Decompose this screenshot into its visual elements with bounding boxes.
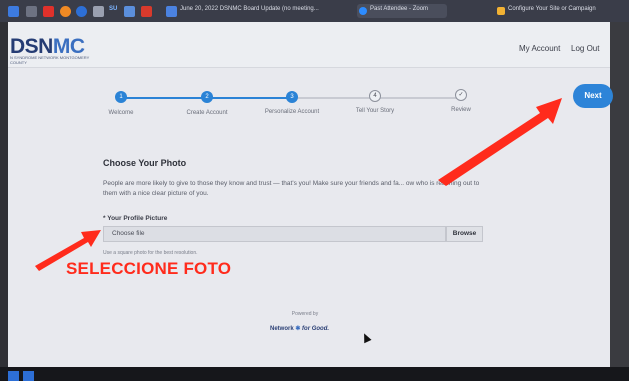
app-icon[interactable] [93,6,104,17]
browser-bookmark-bar: SU June 20, 2022 DSNMC Board Update (no … [0,0,629,22]
site-header: DSNMC N SYNDROME NETWORK MONTGOMERY COUN… [8,22,610,68]
screen-bezel-right [610,22,629,367]
step-3-circle[interactable]: 3 [286,91,298,103]
step-1-circle[interactable]: 1 [115,91,127,103]
site-icon [497,7,505,15]
step-label-welcome: Welcome [108,110,134,116]
taskbar-icon [8,371,19,381]
app-icon[interactable] [8,6,19,17]
annotation-label: SELECCIONE FOTO [66,259,232,278]
person-icon: ✱ [295,326,301,332]
screen-bezel-left [0,22,8,367]
screen-bezel-bottom [0,367,629,381]
step-label-review: Review [451,107,471,113]
step-4-circle[interactable]: 4 [369,90,381,102]
network-for-good-logo[interactable]: Network ✱ for Good. [270,325,329,332]
photo-hint: Use a square photo for the best resoluti… [103,250,198,256]
nfg-network: Network [270,326,294,332]
zoom-icon [359,7,367,15]
step-label-tell-your-story: Tell Your Story [355,108,395,114]
taskbar-icon [23,371,34,381]
page-description: People are more likely to give to those … [103,180,480,197]
step-2-circle[interactable]: 2 [201,91,213,103]
tab-zoom-label: Past Attendee - Zoom [370,6,429,12]
log-out-link[interactable]: Log Out [571,44,599,53]
step-review-check-icon[interactable]: ✓ [455,89,467,101]
tab-configure[interactable]: Configure Your Site or Campaign [508,6,596,12]
step-label-create-account: Create Account [186,110,228,116]
app-icon[interactable] [43,6,54,17]
app-icon[interactable] [124,6,135,17]
doc-icon[interactable] [166,6,177,17]
my-account-link[interactable]: My Account [519,44,560,53]
next-button[interactable]: Next [573,84,613,108]
app-icon[interactable] [76,6,87,17]
step-label-personalize-account: Personalize Account [264,109,320,115]
app-icon[interactable] [141,6,152,17]
app-icon[interactable] [26,6,37,17]
profile-picture-file-input[interactable]: Choose file [103,226,446,242]
su-icon[interactable]: SU [109,6,117,12]
browse-button[interactable]: Browse [446,226,483,242]
app-icon[interactable] [60,6,71,17]
powered-by-label: Powered by [291,311,319,317]
logo-subtitle: N SYNDROME NETWORK MONTGOMERY COUNTY [10,55,90,65]
tab-board-update[interactable]: June 20, 2022 DSNMC Board Update (no mee… [180,6,319,12]
page-title: Choose Your Photo [103,158,187,168]
profile-picture-label: * Your Profile Picture [103,215,168,222]
nfg-for-good: for Good. [302,326,330,332]
